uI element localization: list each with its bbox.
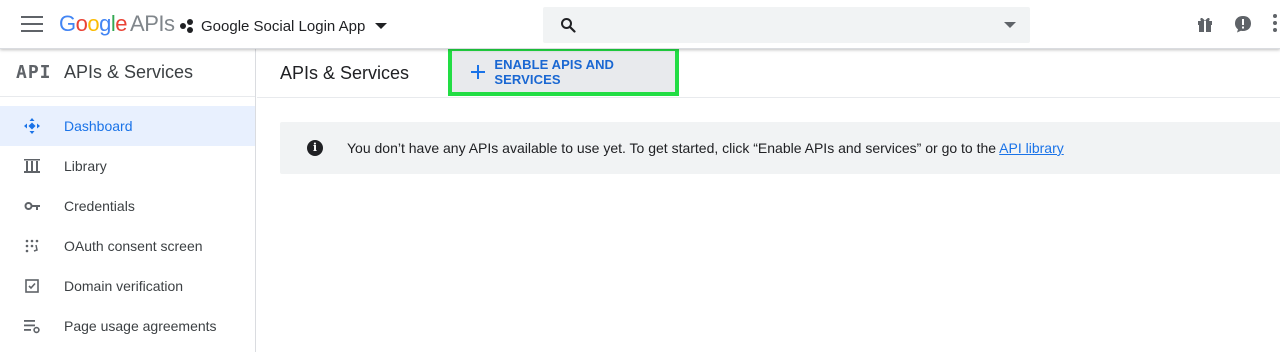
sidebar-item-label: OAuth consent screen xyxy=(64,238,203,254)
enable-apis-label: ENABLE APIS AND SERVICES xyxy=(494,56,615,87)
sidebar-item-credentials[interactable]: Credentials xyxy=(0,186,255,226)
menu-icon[interactable] xyxy=(21,16,43,34)
sidebar-item-label: Library xyxy=(64,158,107,174)
info-message-text: You don’t have any APIs available to use… xyxy=(347,140,1000,156)
gift-icon[interactable] xyxy=(1196,15,1214,33)
info-message: You don’t have any APIs available to use… xyxy=(347,140,1064,156)
top-app-bar: Google APIs Google Social Login App xyxy=(0,0,1280,49)
sidebar-item-label: Page usage agreements xyxy=(64,318,217,334)
page-title: APIs & Services xyxy=(280,63,410,83)
list-settings-icon xyxy=(24,320,40,334)
project-selector[interactable]: Google Social Login App xyxy=(179,14,388,38)
sidebar-title: APIs & Services xyxy=(64,62,194,82)
plus-icon xyxy=(471,64,486,79)
sidebar-item-label: Dashboard xyxy=(64,118,133,134)
chevron-down-icon xyxy=(375,23,388,29)
api-library-link[interactable]: API library xyxy=(999,140,1064,156)
info-banner: i You don’t have any APIs available to u… xyxy=(280,122,1280,174)
library-icon xyxy=(24,159,40,173)
sidebar-item-oauth-consent[interactable]: OAuth consent screen xyxy=(0,226,255,266)
search-options-chevron-icon[interactable] xyxy=(1004,22,1016,28)
sidebar-item-domain-verification[interactable]: Domain verification xyxy=(0,266,255,306)
checkbox-icon xyxy=(25,279,39,293)
search-bar[interactable] xyxy=(543,7,1030,43)
api-logo-icon: API xyxy=(16,62,52,83)
enable-apis-button[interactable]: ENABLE APIS AND SERVICES xyxy=(448,47,679,96)
consent-grid-icon xyxy=(25,239,39,253)
sidebar-item-label: Credentials xyxy=(64,198,135,214)
project-icon xyxy=(179,18,195,34)
search-icon xyxy=(561,18,576,33)
sidebar-header: API APIs & Services xyxy=(0,49,255,97)
sidebar-item-dashboard[interactable]: Dashboard xyxy=(0,106,255,146)
page-header: APIs & Services xyxy=(257,49,1280,98)
key-icon xyxy=(24,202,40,210)
google-apis-logo[interactable]: Google APIs xyxy=(59,11,175,37)
sidebar-item-library[interactable]: Library xyxy=(0,146,255,186)
feedback-icon[interactable] xyxy=(1234,15,1252,33)
sidebar-item-label: Domain verification xyxy=(64,278,184,294)
project-name: Google Social Login App xyxy=(201,17,366,35)
info-icon: i xyxy=(307,140,323,156)
more-vert-icon[interactable] xyxy=(1271,14,1280,36)
dashboard-icon xyxy=(24,118,40,134)
sidebar-item-page-usage[interactable]: Page usage agreements xyxy=(0,306,255,346)
logo-apis-text: APIs xyxy=(130,11,175,36)
sidebar: API APIs & Services Dashboard Library Cr… xyxy=(0,49,256,352)
